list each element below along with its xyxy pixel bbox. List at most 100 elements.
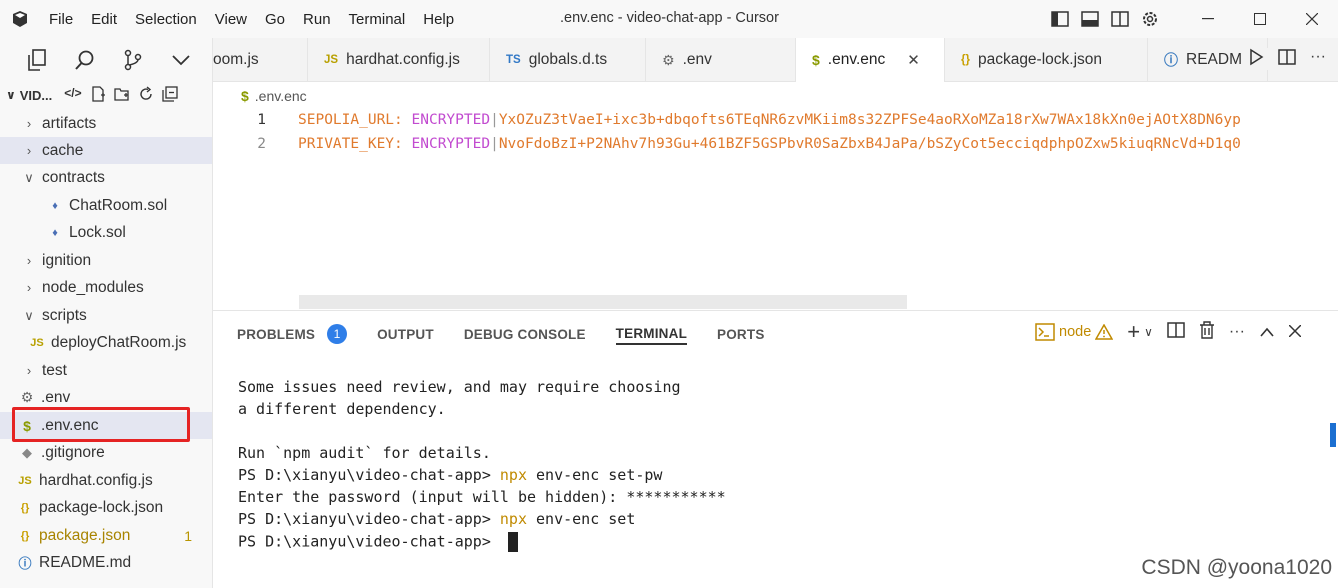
tree-folder-artifacts[interactable]: › artifacts [0,110,212,137]
menu-go[interactable]: Go [256,11,294,28]
terminal-line: PS D:\xianyu\video-chat-app> npx env-enc… [238,466,663,484]
ts-file-icon: TS [506,54,521,66]
tree-folder-ignition[interactable]: › ignition [0,247,212,274]
toggle-panel-icon[interactable] [1078,7,1102,31]
tree-file-gitignore[interactable]: ◆ .gitignore [0,439,212,466]
minimize-icon[interactable] [1182,0,1234,38]
new-folder-icon[interactable] [113,86,130,105]
code-line-1[interactable]: 1 SEPOLIA_URL: ENCRYPTED | YxOZuZ3tVaeI+ix… [213,108,1241,132]
json-file-icon: {} [20,501,30,514]
menu-edit[interactable]: Edit [82,11,126,28]
chevron-down-icon: ∨ [24,169,34,185]
new-terminal-plus-icon[interactable]: + [1127,321,1140,343]
terminal-shell-selector[interactable]: node [1035,323,1114,341]
menu-run[interactable]: Run [294,11,340,28]
collapse-all-icon[interactable] [161,85,178,105]
close-window-icon[interactable] [1286,0,1338,38]
tab-ports[interactable]: PORTS [717,323,765,345]
dollar-icon: $ [812,52,820,68]
new-file-icon[interactable] [90,85,106,105]
terminal-cursor [507,532,518,552]
cursor-logo-icon [0,0,40,38]
run-play-icon[interactable] [1248,48,1264,70]
tab-package-lock[interactable]: {} package-lock.json [945,38,1148,82]
chevron-right-icon: › [26,253,32,268]
tree-file-lock-sol[interactable]: ♦ Lock.sol [0,219,212,246]
toggle-sidebar-icon[interactable] [1048,7,1072,31]
chevron-right-icon: › [26,143,32,158]
scrollbar-marker[interactable] [1330,423,1336,447]
terminal-line: Some issues need review, and may require… [238,378,681,396]
tree-file-package-json[interactable]: {} package.json 1 [0,522,212,549]
tree-file-hardhat-config[interactable]: JS hardhat.config.js [0,467,212,494]
terminal-line: Enter the password (input will be hidden… [238,488,726,506]
terminal-line: a different dependency. [238,400,446,418]
solidity-file-icon: ♦ [52,226,58,239]
chevron-down-icon: ∨ [24,307,34,323]
split-terminal-icon[interactable] [1167,321,1185,343]
tree-folder-cache[interactable]: › cache [0,137,212,164]
chevron-right-icon: › [26,363,32,378]
maximize-panel-chevron-icon[interactable] [1259,324,1275,341]
tree-folder-test[interactable]: › test [0,357,212,384]
settings-gear-icon[interactable] [1138,7,1162,31]
tab-problems[interactable]: PROBLEMS 1 [237,323,348,345]
solidity-file-icon: ♦ [52,199,58,212]
dollar-icon: $ [241,88,249,104]
tree-folder-node-modules[interactable]: › node_modules [0,274,212,301]
explorer-header: ∨ VID... </> [0,82,212,108]
tree-folder-contracts[interactable]: ∨ contracts [0,164,212,191]
chevron-down-icon[interactable] [168,47,194,73]
tree-file-chatroom-sol[interactable]: ♦ ChatRoom.sol [0,192,212,219]
close-panel-icon[interactable] [1288,323,1302,341]
info-icon: ⓘ [18,556,32,571]
more-actions-icon[interactable]: ··· [1310,48,1326,70]
tab-terminal[interactable]: TERMINAL [615,323,688,345]
tree-folder-scripts[interactable]: ∨ scripts [0,302,212,329]
problems-count-badge: 1 [327,324,348,344]
bottom-panel: PROBLEMS 1 OUTPUT DEBUG CONSOLE TERMINAL … [213,310,1338,588]
code-editor[interactable]: $ .env.enc 1 SEPOLIA_URL: ENCRYPTED | YxOZu… [213,82,1338,310]
tree-file-package-lock[interactable]: {} package-lock.json [0,494,212,521]
trash-icon[interactable] [1199,321,1215,343]
tree-file-readme[interactable]: ⓘ README.md [0,549,212,576]
source-control-icon[interactable] [120,47,146,73]
tab-chatroom-js[interactable]: oom.js [213,38,308,82]
split-editor-icon[interactable] [1278,48,1296,70]
code-icon[interactable]: </> [64,86,81,105]
json-file-icon: {} [20,529,30,542]
explorer-files-icon[interactable] [24,47,50,73]
collapse-chevron-icon[interactable]: ∨ [6,88,16,102]
project-name[interactable]: VID... [20,88,53,103]
tab-debug-console[interactable]: DEBUG CONSOLE [464,323,586,345]
js-file-icon: JS [30,336,44,349]
tab-hardhat-config[interactable]: JS hardhat.config.js [308,38,490,82]
tree-file-deploychatroom-js[interactable]: JS deployChatRoom.js [0,329,212,356]
more-actions-icon[interactable]: ··· [1229,323,1245,341]
terminal-prompt-line[interactable]: PS D:\xianyu\video-chat-app> [238,532,518,554]
git-icon: ◆ [22,444,32,460]
maximize-icon[interactable] [1234,0,1286,38]
tab-env-enc[interactable]: $ .env.enc ✕ [796,38,945,82]
menu-view[interactable]: View [206,11,256,28]
window-title: .env.enc - video-chat-app - Cursor [560,10,779,26]
close-tab-icon[interactable]: ✕ [907,51,920,69]
terminal-dropdown-chevron-icon[interactable]: ∨ [1144,325,1153,339]
gear-icon: ⚙ [20,389,34,405]
horizontal-scrollbar[interactable] [299,295,907,309]
refresh-icon[interactable] [138,85,154,105]
terminal-line: PS D:\xianyu\video-chat-app> npx env-enc… [238,510,636,528]
breadcrumb[interactable]: $ .env.enc [241,88,307,104]
tab-env[interactable]: ⚙ .env [646,38,796,82]
search-icon[interactable] [72,47,98,73]
menu-terminal[interactable]: Terminal [340,11,415,28]
toggle-secondary-sidebar-icon[interactable] [1108,7,1132,31]
menu-help[interactable]: Help [414,11,463,28]
problem-count-badge: 1 [184,527,192,544]
tab-output[interactable]: OUTPUT [377,323,434,345]
menu-file[interactable]: File [40,11,82,28]
code-line-2[interactable]: 2 PRIVATE_KEY: ENCRYPTED | NvoFdoBzI+P2NAh… [213,132,1241,156]
tab-globals-d-ts[interactable]: TS globals.d.ts [490,38,646,82]
menu-selection[interactable]: Selection [126,11,206,28]
title-bar: File Edit Selection View Go Run Terminal… [0,0,1338,38]
